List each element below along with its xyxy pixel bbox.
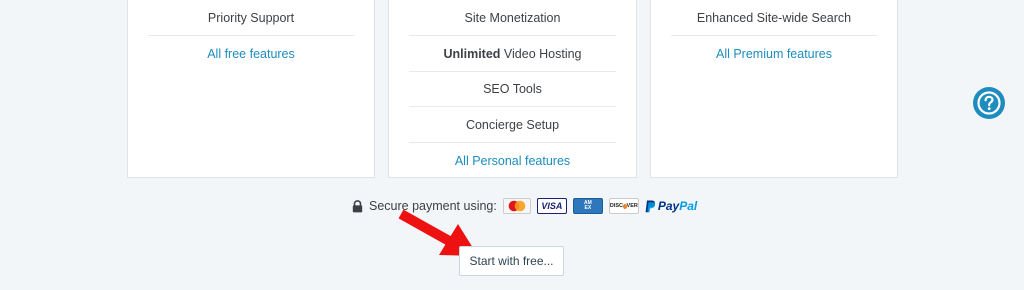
lock-icon <box>352 199 363 212</box>
all-free-features-link[interactable]: All free features <box>207 47 295 61</box>
all-features-row: All Personal features <box>409 143 616 178</box>
feature-emphasis: Unlimited <box>443 46 501 61</box>
paypal-icon: Pay Pal <box>645 199 697 213</box>
plan-card-premium: Enhanced Site-wide Search All Premium fe… <box>650 0 898 178</box>
all-personal-features-link[interactable]: All Personal features <box>455 154 570 168</box>
feature-label: Unlimited Video Hosting <box>443 47 581 61</box>
mastercard-icon <box>502 198 531 214</box>
all-features-row: All free features <box>148 36 354 71</box>
help-button[interactable] <box>973 87 1005 119</box>
all-features-row: All Premium features <box>671 36 877 71</box>
feature-label: Enhanced Site-wide Search <box>696 10 852 25</box>
plan-card-free: Priority Support All free features <box>127 0 375 178</box>
feature-row: Unlimited Video Hosting <box>409 36 616 72</box>
start-with-free-button[interactable]: Start with free... <box>459 246 564 276</box>
question-circle-icon <box>977 91 1001 115</box>
feature-row: Site Monetization <box>409 0 616 36</box>
amex-icon: AM EX <box>572 198 603 214</box>
feature-row: Enhanced Site-wide Search <box>671 0 877 36</box>
discover-icon: DISC VER <box>608 198 639 214</box>
feature-row: Concierge Setup <box>409 107 616 143</box>
feature-row: Priority Support <box>148 0 354 36</box>
feature-label: Site Monetization <box>464 10 561 25</box>
feature-label: Priority Support <box>207 10 295 25</box>
visa-icon: VISA <box>536 198 567 214</box>
feature-row: SEO Tools <box>409 71 616 107</box>
plan-card-personal: Site Monetization Unlimited Video Hostin… <box>388 0 637 178</box>
all-premium-features-link[interactable]: All Premium features <box>716 47 832 61</box>
feature-label: SEO Tools <box>483 81 542 96</box>
feature-label: Concierge Setup <box>465 117 560 132</box>
feature-label-rest: Video Hosting <box>500 46 582 61</box>
